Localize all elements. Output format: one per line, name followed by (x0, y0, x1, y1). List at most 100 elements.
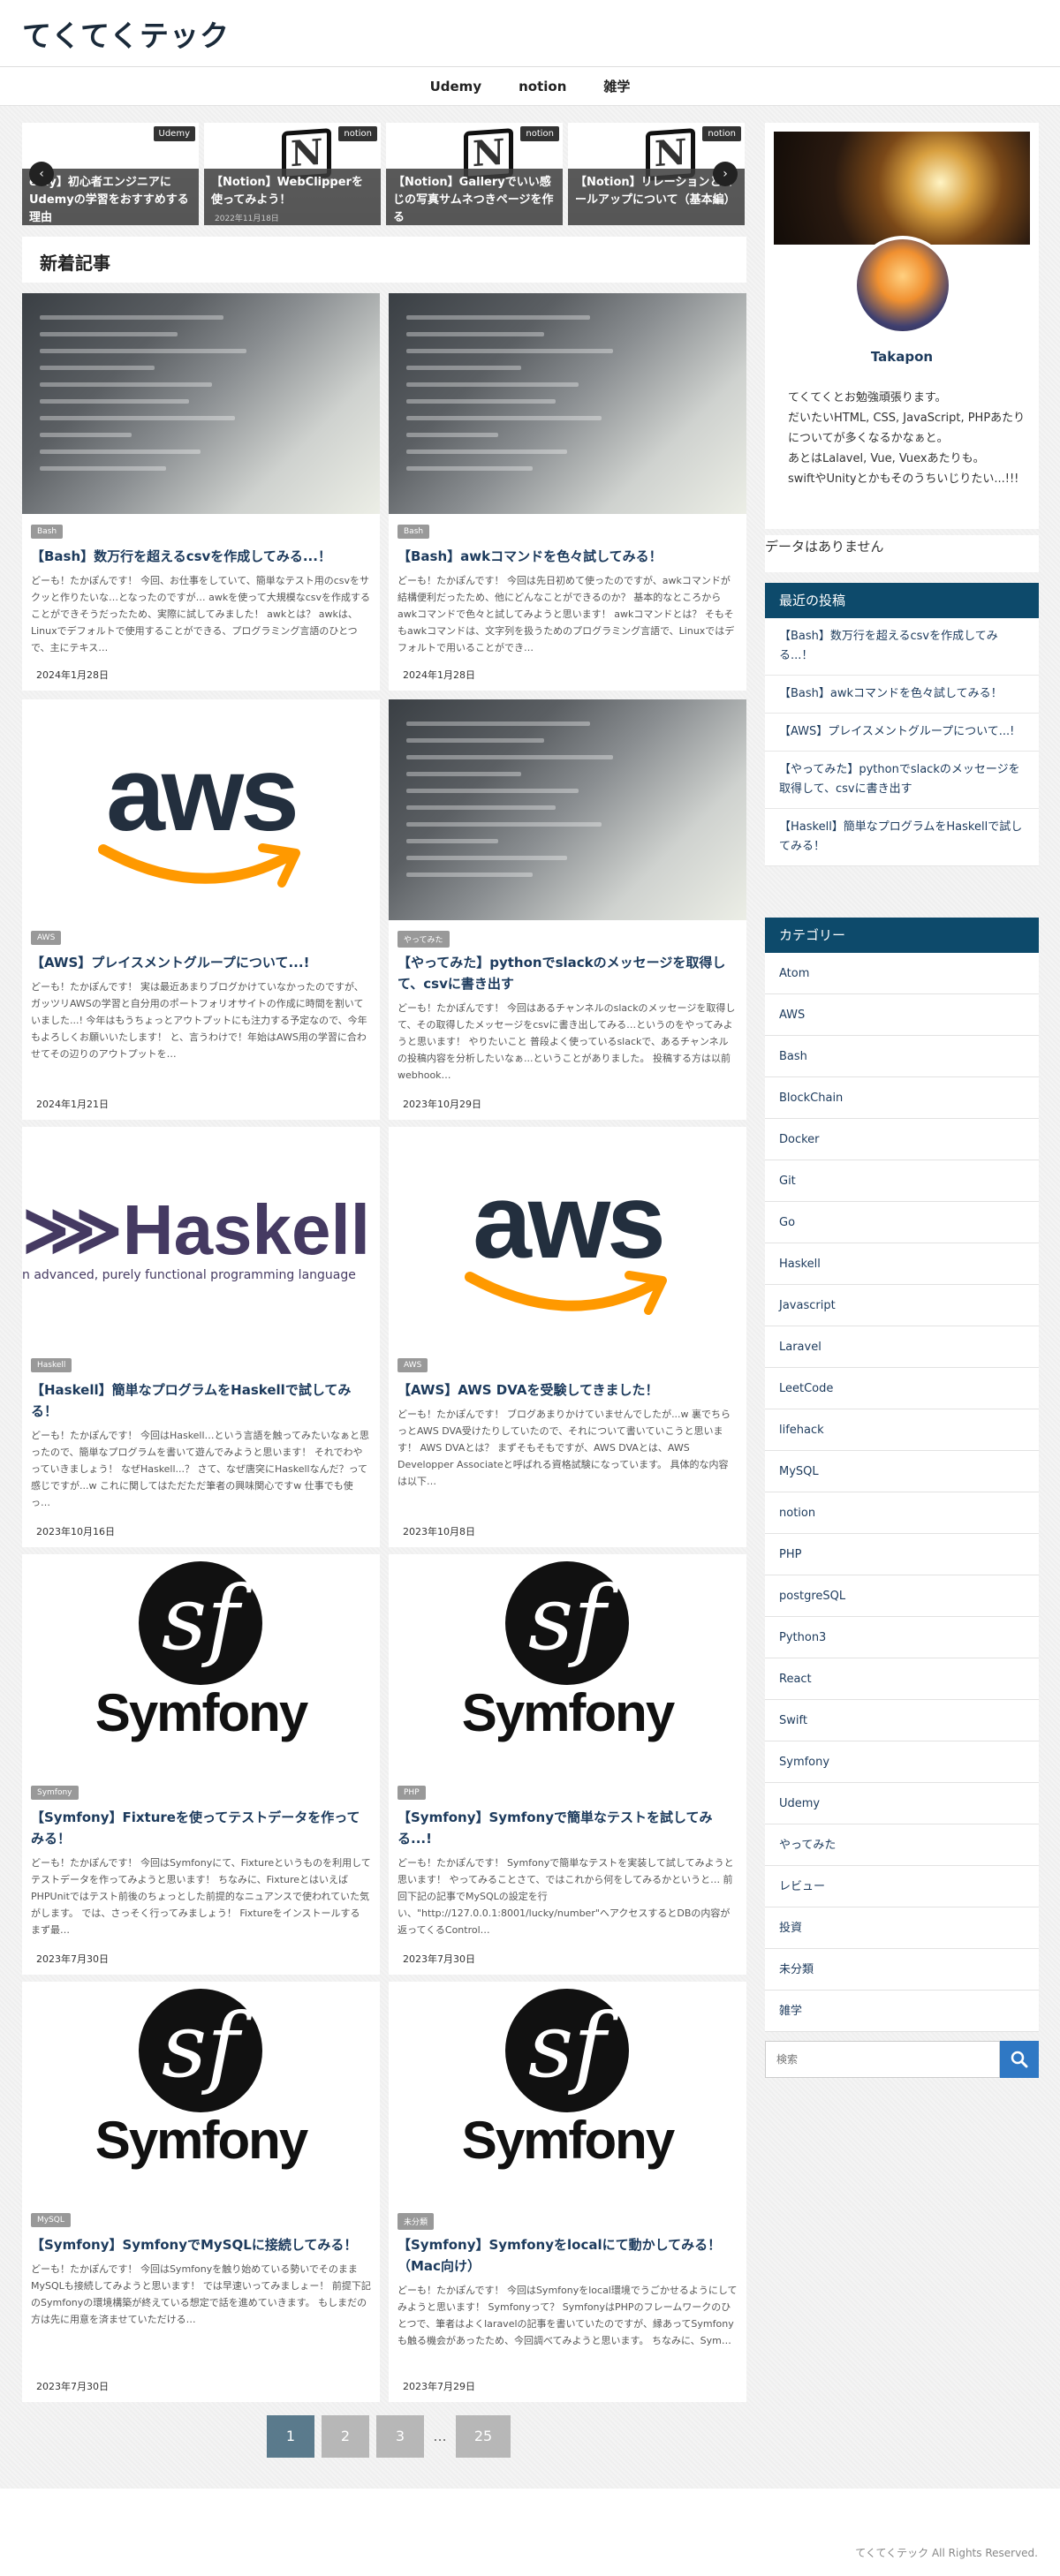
post-category-tag[interactable]: AWS (398, 1358, 428, 1372)
slide-category: notion (520, 126, 559, 141)
post-card[interactable]: aws AWS 【AWS】プレイスメントグループについて...! どーも！たかぽんです… (22, 699, 380, 1120)
category-link[interactable]: Go (765, 1202, 1039, 1243)
category-link[interactable]: Python3 (765, 1617, 1039, 1658)
post-thumbnail[interactable]: aws (389, 1127, 746, 1348)
post-thumbnail[interactable]: ⋙Haskell n advanced, purely functional pr… (22, 1127, 380, 1348)
post-title[interactable]: 【やってみた】pythonでslackのメッセージを取得して、csvに書き出す (398, 952, 738, 994)
post-thumbnail[interactable] (22, 293, 380, 514)
nav-item-zatsugaku[interactable]: 雑学 (603, 77, 630, 95)
category-link[interactable]: BlockChain (765, 1077, 1039, 1119)
category-link[interactable]: 雑学 (765, 1991, 1039, 2032)
category-link[interactable]: Atom (765, 953, 1039, 994)
post-category-tag[interactable]: PHP (398, 1786, 426, 1800)
category-link[interactable]: Haskell (765, 1243, 1039, 1285)
post-category-tag[interactable]: MySQL (31, 2213, 71, 2227)
post-date: 2023年10月16日 (36, 1526, 115, 1537)
category-link[interactable]: React (765, 1658, 1039, 1700)
post-title[interactable]: 【Symfony】Fixtureを使ってテストデータを作ってみる！ (31, 1807, 371, 1849)
category-link[interactable]: Bash (765, 1036, 1039, 1077)
nav-item-notion[interactable]: notion (519, 79, 566, 94)
recent-post-link[interactable]: 【Bash】awkコマンドを色々試してみる！ (765, 676, 1039, 714)
search-input[interactable] (765, 2041, 1000, 2078)
post-title[interactable]: 【Symfony】Symfonyをlocalにて動かしてみる！（Mac向け） (398, 2234, 738, 2277)
post-title[interactable]: 【Haskell】簡単なプログラムをHaskellで試してみる！ (31, 1379, 371, 1422)
post-card[interactable]: sf Symfony 未分類【Symfony】Symfonyをlocalにて動かして… (389, 1982, 746, 2402)
category-link[interactable]: postgreSQL (765, 1575, 1039, 1617)
category-link[interactable]: Git (765, 1160, 1039, 1202)
pagination-page[interactable]: 1 (267, 2415, 314, 2458)
post-date: 2023年10月29日 (403, 1099, 481, 1110)
recent-posts-list: 【Bash】数万行を超えるcsvを作成してみる...！ 【Bash】awkコマンド… (765, 618, 1039, 866)
category-link[interactable]: LeetCode (765, 1368, 1039, 1409)
slide[interactable]: N notion 【Notion】Galleryでいい感じの写真サムネつきページ… (386, 123, 563, 225)
category-link[interactable]: Symfony (765, 1741, 1039, 1783)
post-date: 2024年1月21日 (36, 1099, 109, 1110)
post-category-tag[interactable]: Haskell (31, 1358, 72, 1372)
pagination-ellipsis: ... (433, 2428, 447, 2444)
category-link[interactable]: レビュー (765, 1866, 1039, 1907)
post-category-tag[interactable]: Symfony (31, 1786, 79, 1800)
profile-bio-line: てくてくとお勉強頑張ります。 (788, 391, 947, 404)
post-thumbnail[interactable]: sf Symfony (389, 1554, 746, 1775)
post-card[interactable]: sf Symfony PHP 【Symfony】Symfonyで簡単なテストを試してみ… (389, 1554, 746, 1975)
post-title[interactable]: 【AWS】プレイスメントグループについて...! (31, 952, 371, 973)
category-link[interactable]: Laravel (765, 1326, 1039, 1368)
post-category-tag[interactable]: Bash (31, 525, 64, 539)
profile-bio-line: だいたいHTML, CSS, JavaScript, PHPあたりについてが多く… (788, 412, 1026, 445)
pagination-page[interactable]: 2 (322, 2415, 369, 2458)
category-link[interactable]: MySQL (765, 1451, 1039, 1492)
post-card[interactable]: sf Symfony Symfony 【Symfony】Fixtureを使ってテストデ… (22, 1554, 380, 1975)
category-link[interactable]: lifehack (765, 1409, 1039, 1451)
category-link[interactable]: Docker (765, 1119, 1039, 1160)
post-date: 2024年1月28日 (403, 669, 475, 681)
recent-post-link[interactable]: 【Bash】数万行を超えるcsvを作成してみる...！ (765, 618, 1039, 676)
category-link[interactable]: 投資 (765, 1907, 1039, 1949)
post-thumbnail[interactable]: sf Symfony (22, 1554, 380, 1775)
post-date: 2023年7月30日 (36, 1953, 109, 1965)
nav-item-udemy[interactable]: Udemy (430, 79, 482, 94)
post-title[interactable]: 【Bash】awkコマンドを色々試してみる！ (398, 546, 738, 567)
recent-post-link[interactable]: 【Haskell】簡単なプログラムをHaskellで試してみる！ (765, 809, 1039, 866)
post-title[interactable]: 【Symfony】Symfonyで簡単なテストを試してみる...! (398, 1807, 738, 1849)
post-card[interactable]: Bash 【Bash】数万行を超えるcsvを作成してみる...！ どーも！たかぽんで… (22, 293, 380, 691)
post-thumbnail[interactable]: sf Symfony (389, 1982, 746, 2202)
chevron-right-icon[interactable]: › (713, 162, 738, 186)
post-category-tag[interactable]: Bash (398, 525, 430, 539)
post-category-tag[interactable]: AWS (31, 931, 62, 945)
post-card[interactable]: Bash 【Bash】awkコマンドを色々試してみる！ どーも！たかぽんです！ 今回… (389, 293, 746, 691)
category-link[interactable]: Javascript (765, 1285, 1039, 1326)
recent-post-link[interactable]: 【AWS】プレイスメントグループについて...! (765, 714, 1039, 752)
chevron-left-icon[interactable]: ‹ (29, 162, 54, 186)
post-card[interactable]: やってみた【やってみた】pythonでslackのメッセージを取得して、csvに… (389, 699, 746, 1120)
category-link[interactable]: PHP (765, 1534, 1039, 1575)
category-link[interactable]: notion (765, 1492, 1039, 1534)
post-thumbnail[interactable]: aws (22, 699, 380, 920)
post-title[interactable]: 【Bash】数万行を超えるcsvを作成してみる...！ (31, 546, 371, 567)
post-category-tag[interactable]: やってみた (398, 931, 450, 948)
post-category-tag[interactable]: 未分類 (398, 2213, 435, 2230)
profile-name: Takapon (870, 349, 934, 365)
category-link[interactable]: 未分類 (765, 1949, 1039, 1991)
featured-slider: Udemy emy】初心者エンジニアにUdemyの学習をおすすめする理由 N n… (22, 123, 746, 225)
pagination-page[interactable]: 3 (376, 2415, 424, 2458)
post-title[interactable]: 【AWS】AWS DVAを受験してきました！ (398, 1379, 738, 1401)
site-title[interactable]: てくてくテック (22, 12, 230, 55)
post-thumbnail[interactable] (389, 293, 746, 514)
profile-widget: Takapon てくてくとお勉強頑張ります。 だいたいHTML, CSS, Ja… (765, 123, 1039, 529)
category-link[interactable]: Swift (765, 1700, 1039, 1741)
post-card[interactable]: sf Symfony MySQL 【Symfony】SymfonyでMySQLに接続し… (22, 1982, 380, 2402)
post-card[interactable]: ⋙Haskell n advanced, purely functional pr… (22, 1127, 380, 1547)
category-link[interactable]: Udemy (765, 1783, 1039, 1824)
category-link[interactable]: やってみた (765, 1824, 1039, 1866)
aws-logo-icon: aws (22, 699, 380, 920)
slide[interactable]: N notion 【Notion】WebClipperを使ってみよう！ 2022… (204, 123, 381, 225)
pagination-page[interactable]: 25 (456, 2415, 511, 2458)
post-thumbnail[interactable]: sf Symfony (22, 1982, 380, 2202)
post-card[interactable]: aws AWS 【AWS】AWS DVAを受験してきました！ どーも！たかぽんです！ … (389, 1127, 746, 1547)
category-link[interactable]: AWS (765, 994, 1039, 1036)
search-button[interactable] (1000, 2041, 1039, 2078)
recent-post-link[interactable]: 【やってみた】pythonでslackのメッセージを取得して、csvに書き出す (765, 752, 1039, 809)
post-thumbnail[interactable] (389, 699, 746, 920)
section-heading: 新着記事 (22, 237, 746, 283)
post-title[interactable]: 【Symfony】SymfonyでMySQLに接続してみる！ (31, 2234, 371, 2255)
